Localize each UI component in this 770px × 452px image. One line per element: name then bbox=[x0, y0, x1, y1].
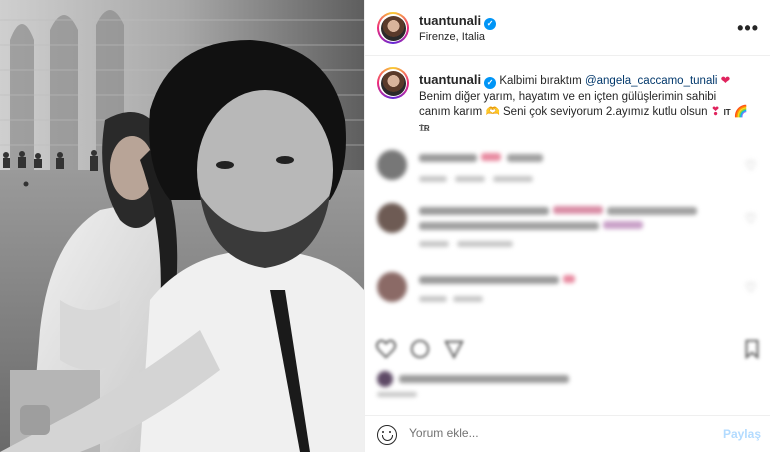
caption-avatar[interactable] bbox=[377, 67, 409, 99]
comment-like-heart-icon[interactable]: ♡ bbox=[745, 280, 757, 295]
post-photo[interactable] bbox=[0, 0, 364, 452]
caption-line-3: Seni çok seviyorum 2.ayımız kutlu olsun bbox=[503, 106, 708, 118]
caption-line-1: Kalbimi bıraktım bbox=[499, 75, 582, 87]
comment-avatar[interactable] bbox=[377, 150, 407, 180]
add-comment-bar: Paylaş bbox=[365, 415, 770, 452]
post-header: tuantunali ✓ Firenze, Italia ••• bbox=[365, 0, 770, 56]
comment-avatar[interactable] bbox=[377, 272, 407, 302]
heart-icon[interactable] bbox=[375, 338, 397, 360]
comment-like-heart-icon[interactable]: ♡ bbox=[745, 158, 757, 173]
comment-item: ♡ bbox=[377, 272, 763, 312]
post-comment-button[interactable]: Paylaş bbox=[723, 427, 761, 441]
post-timestamp[interactable]: 1s bbox=[419, 123, 430, 134]
rainbow-emoji: 🌈 bbox=[733, 106, 749, 118]
likes-summary[interactable] bbox=[377, 370, 757, 400]
caption-text: tuantunali ✓ Kalbimi bıraktım @angela_cac… bbox=[419, 72, 749, 136]
header-username[interactable]: tuantunali bbox=[419, 13, 481, 28]
comment-input[interactable] bbox=[409, 426, 709, 440]
emoji-icon[interactable] bbox=[377, 425, 397, 445]
caption-username[interactable]: tuantunali bbox=[419, 72, 481, 87]
action-bar bbox=[365, 332, 770, 368]
hug-emoji: 🫶 bbox=[485, 106, 500, 118]
comment-avatar[interactable] bbox=[377, 203, 407, 233]
red-heart-emoji: ❤ bbox=[720, 75, 731, 87]
avatar[interactable] bbox=[377, 12, 409, 44]
heart-exclamation-emoji: ❣ bbox=[710, 106, 721, 118]
caption-mention-link[interactable]: @angela_caccamo_tunali bbox=[585, 75, 718, 87]
share-icon[interactable] bbox=[443, 338, 465, 360]
flag-it-emoji: IT bbox=[723, 108, 731, 117]
comment-like-heart-icon[interactable]: ♡ bbox=[745, 211, 757, 226]
header-username-row: tuantunali ✓ bbox=[419, 13, 497, 30]
more-options-icon[interactable]: ••• bbox=[737, 18, 759, 39]
verified-badge-icon: ✓ bbox=[484, 77, 497, 89]
post-detail-panel: tuantunali ✓ Firenze, Italia ••• tuantuna… bbox=[364, 0, 770, 452]
comment-icon[interactable] bbox=[409, 338, 431, 360]
post-location[interactable]: Firenze, Italia bbox=[419, 31, 485, 43]
comment-item: ♡ bbox=[377, 150, 763, 190]
bookmark-icon[interactable] bbox=[741, 338, 763, 360]
comment-item: ♡ bbox=[377, 203, 763, 255]
verified-badge-icon: ✓ bbox=[484, 18, 497, 30]
